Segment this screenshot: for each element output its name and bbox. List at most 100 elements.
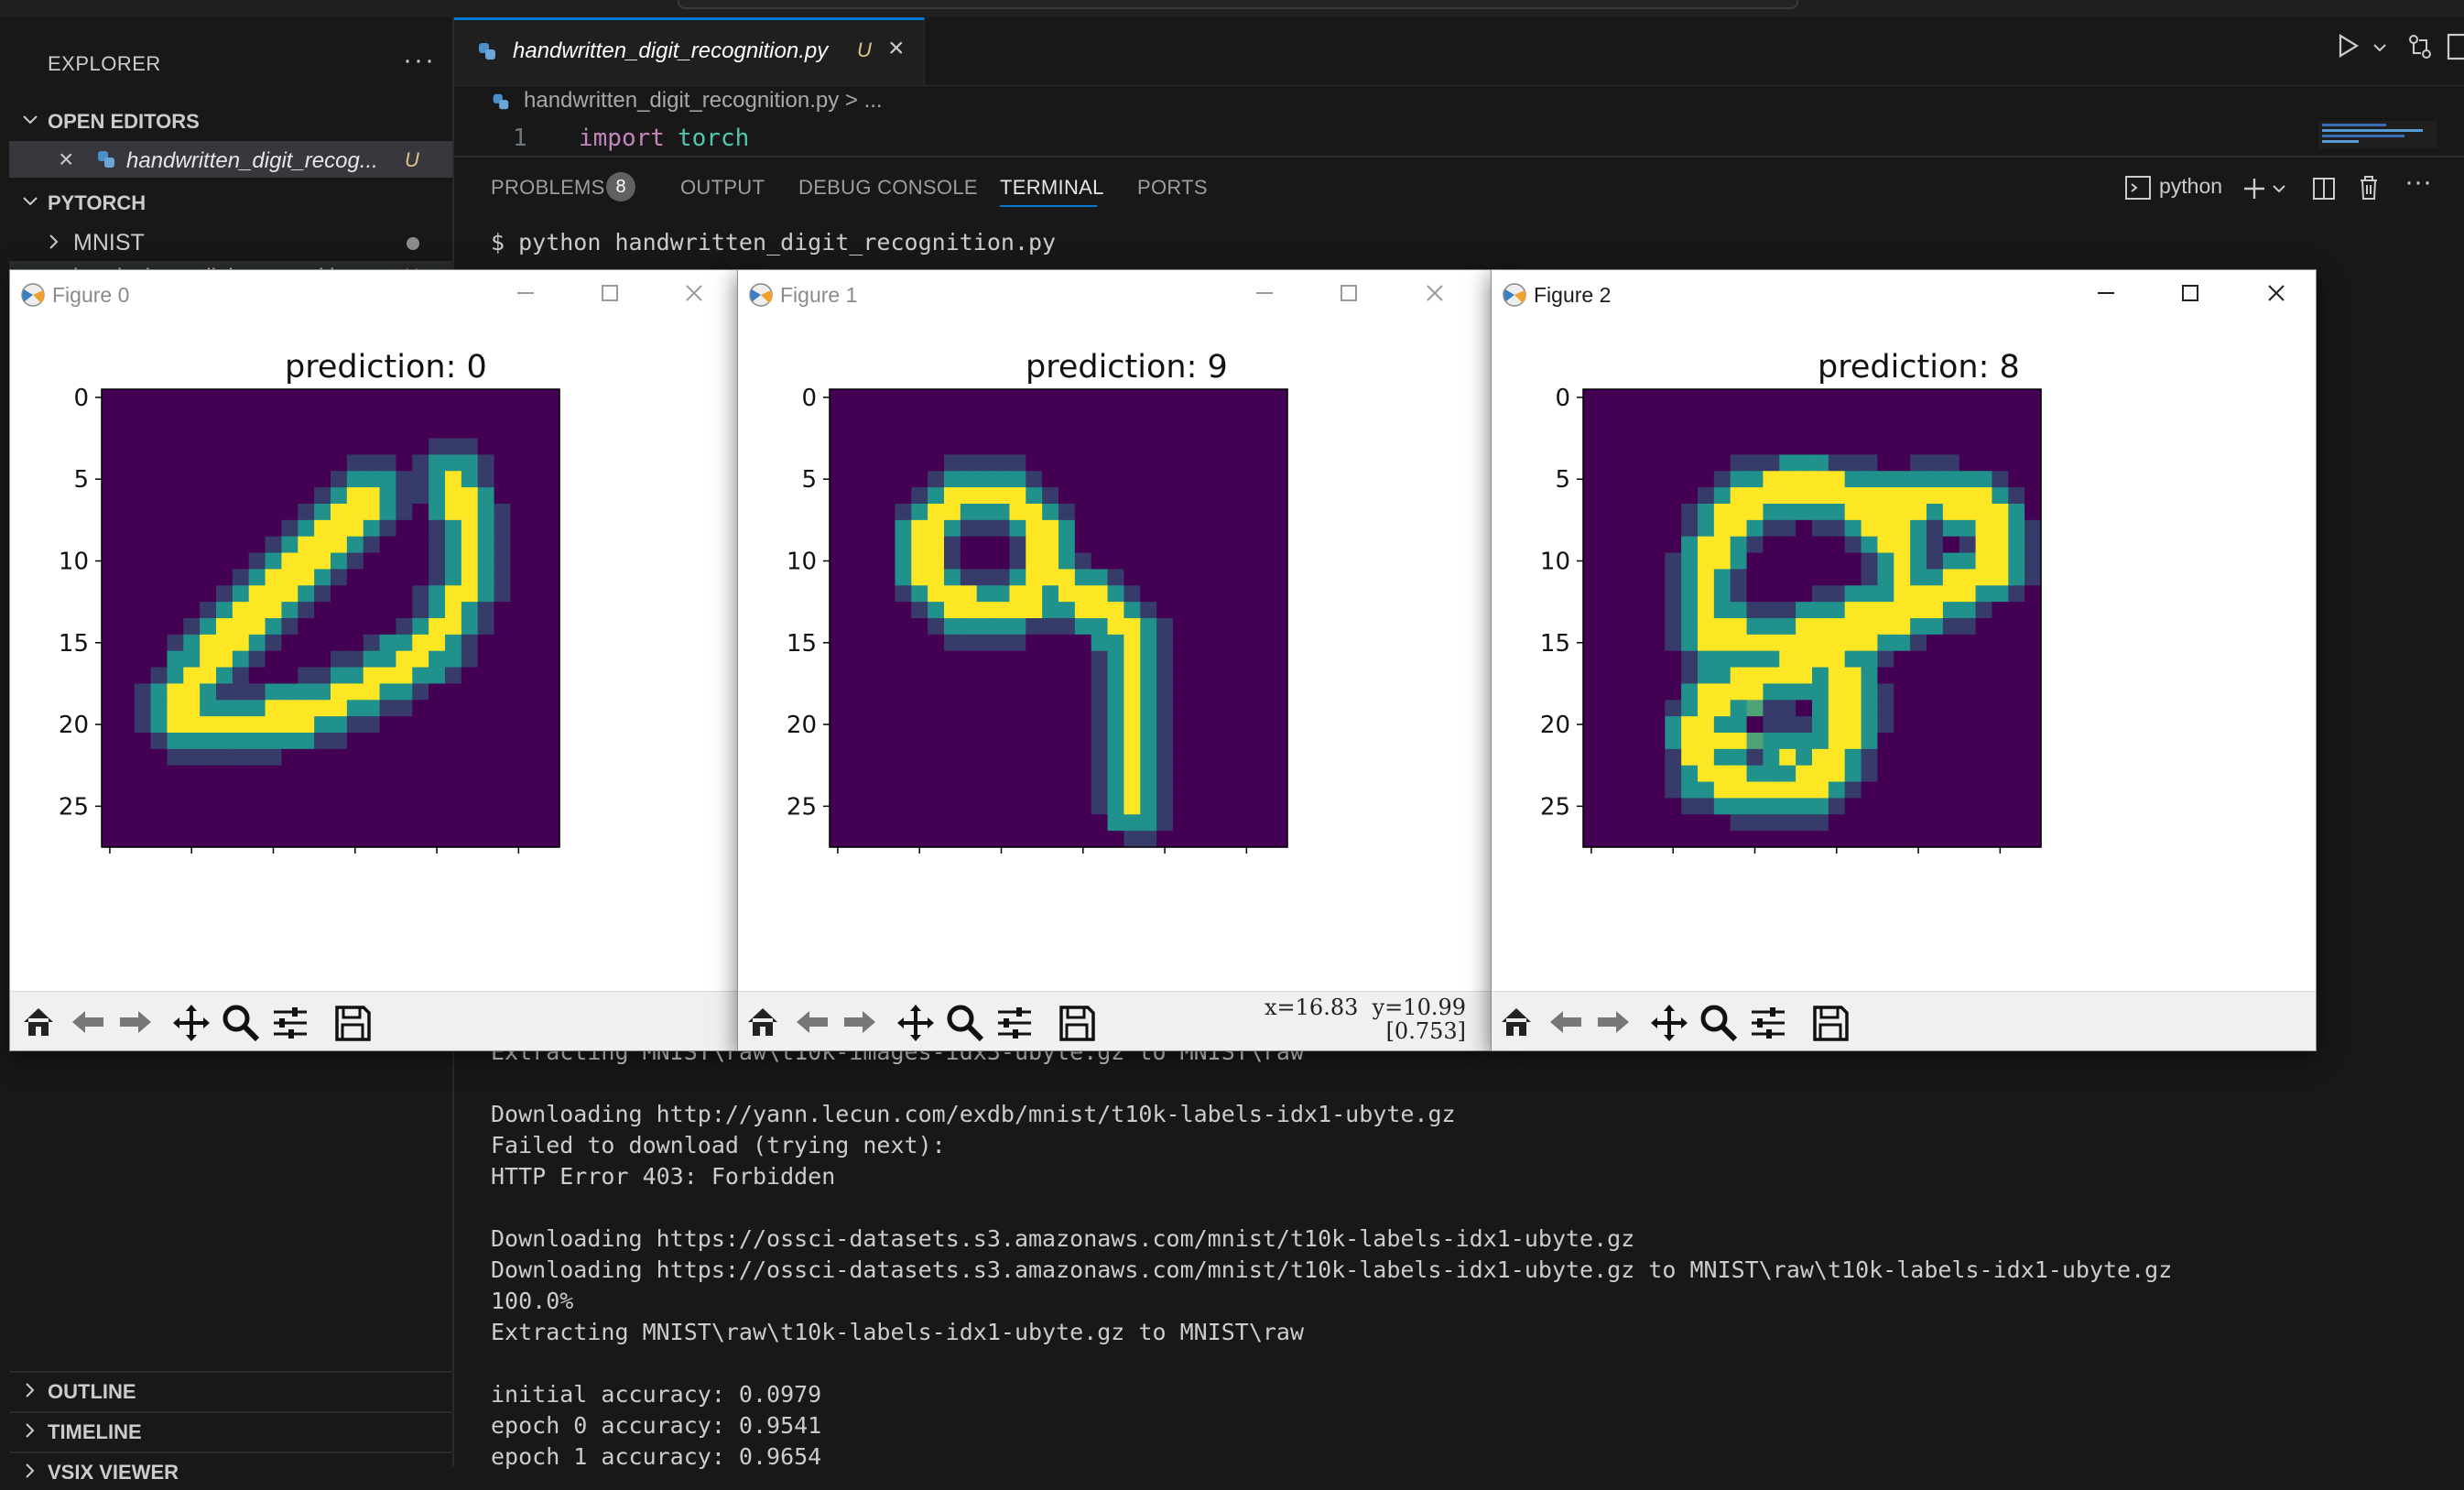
- minimize-icon[interactable]: [512, 279, 539, 307]
- tab-close-icon[interactable]: ×: [888, 33, 905, 64]
- close-icon[interactable]: [680, 279, 708, 307]
- open-editor-item[interactable]: × handwritten_digit_recog... U: [9, 141, 452, 178]
- run-icon[interactable]: [2337, 33, 2361, 59]
- close-icon[interactable]: ×: [59, 145, 73, 174]
- pixel-cell: [429, 831, 446, 848]
- home-icon[interactable]: [744, 1003, 782, 1041]
- pixel-cell: [477, 602, 495, 619]
- pixel-cell: [911, 765, 928, 783]
- pan-icon[interactable]: [171, 1003, 212, 1043]
- pixel-cell: [232, 765, 250, 783]
- pixel-cell: [1632, 504, 1650, 521]
- back-arrow-icon[interactable]: [793, 1003, 831, 1041]
- pixel-cell: [281, 683, 299, 701]
- figure-window-0[interactable]: Figure 0 prediction: 0 00551010151520202…: [9, 269, 740, 1051]
- tab-output[interactable]: OUTPUT: [680, 176, 765, 200]
- pixel-cell: [1681, 421, 1699, 440]
- pixel-cell: [167, 634, 184, 652]
- minimize-icon[interactable]: [1251, 279, 1278, 307]
- back-arrow-icon[interactable]: [1547, 1003, 1585, 1041]
- split-editor-icon[interactable]: [2447, 33, 2464, 60]
- trash-icon[interactable]: [2357, 174, 2381, 201]
- configure-subplots-icon[interactable]: [270, 1003, 310, 1043]
- pixel-cell: [1189, 814, 1207, 832]
- tab-problems[interactable]: PROBLEMS: [491, 176, 605, 200]
- pixel-cell: [526, 552, 544, 571]
- folder-mnist[interactable]: MNIST: [9, 224, 452, 261]
- save-icon[interactable]: [1810, 1003, 1851, 1043]
- minimize-icon[interactable]: [2092, 279, 2120, 307]
- home-icon[interactable]: [19, 1003, 58, 1041]
- save-icon[interactable]: [332, 1003, 373, 1043]
- chevron-down-icon[interactable]: [2271, 183, 2287, 196]
- pixel-cell: [1648, 602, 1666, 619]
- home-icon[interactable]: [1497, 1003, 1536, 1041]
- pixel-cell: [1927, 602, 1944, 619]
- split-terminal-icon[interactable]: [2311, 176, 2337, 201]
- editor-tab-active[interactable]: handwritten_digit_recognition.py U ×: [454, 17, 925, 85]
- tab-debug-console[interactable]: DEBUG CONSOLE: [798, 176, 978, 200]
- pixel-cell: [1042, 650, 1059, 669]
- figure-titlebar[interactable]: Figure 2: [1492, 270, 2316, 320]
- pixel-cell: [1123, 618, 1141, 636]
- compare-changes-icon[interactable]: [2406, 33, 2434, 60]
- pixel-cell: [1107, 798, 1125, 815]
- command-center[interactable]: [678, 0, 1798, 9]
- close-icon[interactable]: [2263, 279, 2290, 307]
- pan-icon[interactable]: [896, 1003, 936, 1043]
- configure-subplots-icon[interactable]: [994, 1003, 1035, 1043]
- configure-subplots-icon[interactable]: [1748, 1003, 1788, 1043]
- forward-arrow-icon[interactable]: [1594, 1003, 1633, 1041]
- pixel-cell: [510, 389, 527, 407]
- maximize-icon[interactable]: [596, 279, 624, 307]
- pixel-cell: [1779, 389, 1796, 407]
- pixel-cell: [346, 421, 364, 440]
- save-icon[interactable]: [1057, 1003, 1097, 1043]
- figure-window-2[interactable]: Figure 2 prediction: 8 00551010151520202…: [1491, 269, 2317, 1051]
- digit-plot[interactable]: 00551010151520202525: [775, 380, 1406, 856]
- maximize-icon[interactable]: [2176, 279, 2204, 307]
- close-icon[interactable]: [1421, 279, 1449, 307]
- pixel-cell: [1189, 765, 1207, 783]
- pixel-cell: [346, 765, 364, 783]
- run-dropdown-chevron-icon[interactable]: [2372, 42, 2388, 55]
- timeline-section[interactable]: TIMELINE: [9, 1411, 452, 1450]
- vsix-viewer-section[interactable]: VSIX VIEWER: [9, 1452, 452, 1490]
- pixel-cell: [1959, 585, 1977, 603]
- zoom-icon[interactable]: [221, 1003, 261, 1043]
- tab-terminal[interactable]: TERMINAL: [1000, 176, 1104, 200]
- zoom-icon[interactable]: [1699, 1003, 1739, 1043]
- explorer-more-icon[interactable]: ···: [403, 45, 436, 76]
- pixel-cell: [1779, 454, 1796, 472]
- back-arrow-icon[interactable]: [69, 1003, 107, 1041]
- new-terminal-icon[interactable]: [2241, 176, 2267, 201]
- pixel-cell: [1091, 389, 1109, 407]
- pixel-cell: [1189, 421, 1207, 440]
- figure-titlebar[interactable]: Figure 0: [10, 270, 739, 320]
- pixel-cell: [298, 438, 315, 456]
- open-editors-section[interactable]: OPEN EDITORS: [9, 103, 452, 139]
- pixel-cell: [1746, 569, 1764, 586]
- pan-icon[interactable]: [1649, 1003, 1689, 1043]
- figure-window-1[interactable]: Figure 1 prediction: 9 00551010151520202…: [737, 269, 1493, 1051]
- more-actions-icon[interactable]: ···: [2404, 167, 2432, 198]
- pixel-cell: [461, 650, 479, 669]
- digit-plot[interactable]: 00551010151520202525: [1528, 380, 2160, 856]
- digit-plot[interactable]: 00551010151520202525: [47, 380, 678, 856]
- pixel-cell: [1812, 405, 1829, 423]
- outline-section[interactable]: OUTLINE: [9, 1371, 452, 1409]
- pixel-cell: [298, 634, 315, 652]
- pixel-cell: [1583, 454, 1601, 472]
- minimap[interactable]: [2318, 121, 2437, 148]
- zoom-icon[interactable]: [945, 1003, 985, 1043]
- figure-titlebar[interactable]: Figure 1: [738, 270, 1492, 320]
- tab-ports[interactable]: PORTS: [1137, 176, 1208, 200]
- forward-arrow-icon[interactable]: [841, 1003, 879, 1041]
- pixel-cell: [1123, 667, 1141, 685]
- pixel-cell: [1828, 438, 1846, 456]
- project-section[interactable]: PYTORCH: [9, 184, 452, 221]
- terminal-name[interactable]: python: [2159, 174, 2222, 199]
- maximize-icon[interactable]: [1335, 279, 1362, 307]
- pixel-cell: [1205, 471, 1223, 488]
- forward-arrow-icon[interactable]: [116, 1003, 155, 1041]
